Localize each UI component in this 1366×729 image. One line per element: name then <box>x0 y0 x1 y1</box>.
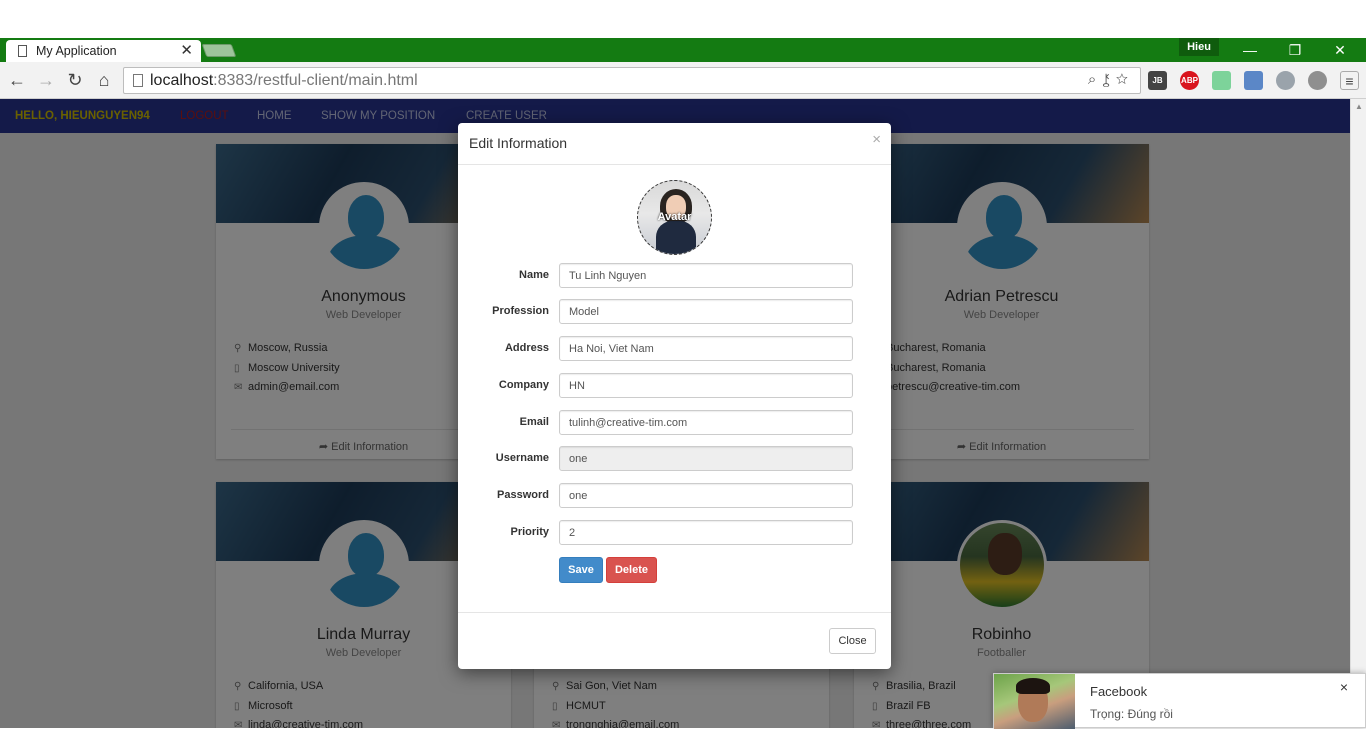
profession-label: Profession <box>492 305 549 317</box>
name-label: Name <box>519 269 549 281</box>
password-input[interactable] <box>559 483 853 508</box>
form-row-address: Address <box>458 336 891 362</box>
avatar-upload[interactable]: Avatar <box>637 180 712 255</box>
divider <box>458 612 891 613</box>
form-row-profession: Profession <box>458 299 891 325</box>
tab-close-icon[interactable]: ✕ <box>180 42 193 60</box>
name-input[interactable] <box>559 263 853 288</box>
head-extension-icon[interactable] <box>1308 71 1327 90</box>
delete-button[interactable]: Delete <box>606 557 657 583</box>
facebook-notification[interactable]: Facebook Trọng: Đúng rồi × <box>993 673 1366 729</box>
company-input[interactable] <box>559 373 853 398</box>
new-tab-button[interactable] <box>201 44 237 57</box>
cube-extension-icon[interactable] <box>1244 71 1263 90</box>
notification-avatar <box>994 674 1075 729</box>
save-button[interactable]: Save <box>559 557 603 583</box>
form-row-username: Username <box>458 446 891 472</box>
home-icon[interactable]: ⌂ <box>93 70 115 92</box>
avatar-label: Avatar <box>657 211 692 223</box>
zoom-key-star-icons[interactable]: ⌕⚷☆ <box>1088 71 1134 88</box>
back-arrow-icon[interactable]: ← <box>6 70 28 92</box>
notification-title: Facebook <box>1090 684 1148 699</box>
profession-input[interactable] <box>559 299 853 324</box>
divider <box>458 164 891 165</box>
edit-information-modal: Edit Information × Avatar Name Professio… <box>458 123 891 669</box>
close-button[interactable]: Close <box>829 628 876 654</box>
email-label: Email <box>519 416 549 428</box>
form-row-priority: Priority <box>458 520 891 546</box>
form-row-name: Name <box>458 263 891 289</box>
minimize-icon[interactable]: — <box>1228 38 1272 62</box>
jb-extension-icon[interactable]: JB <box>1148 71 1167 90</box>
page-icon <box>18 45 27 57</box>
modal-title: Edit Information <box>469 135 568 151</box>
reload-icon[interactable]: ↻ <box>64 70 86 92</box>
form-row-email: Email <box>458 410 891 436</box>
browser-tab-bar: My Application ✕ <box>0 38 1366 62</box>
modal-close-icon[interactable]: × <box>872 131 881 148</box>
audio-extension-icon[interactable] <box>1212 71 1231 90</box>
browser-tab[interactable]: My Application ✕ <box>6 40 201 62</box>
profile-badge[interactable]: Hieu <box>1179 38 1219 56</box>
form-row-password: Password <box>458 483 891 509</box>
scrollbar[interactable]: ▲ <box>1350 99 1366 728</box>
page-info-icon <box>133 74 143 87</box>
username-label: Username <box>495 452 549 464</box>
notification-message: Trọng: Đúng rồi <box>1090 707 1173 721</box>
priority-label: Priority <box>510 526 549 538</box>
desktop-strip <box>0 0 1366 38</box>
tab-title: My Application <box>36 44 117 58</box>
email-input[interactable] <box>559 410 853 435</box>
address-label: Address <box>504 342 549 354</box>
menu-icon[interactable]: ≡ <box>1340 71 1359 90</box>
password-label: Password <box>497 489 549 501</box>
window-close-icon[interactable]: ✕ <box>1318 38 1362 62</box>
restore-icon[interactable]: ❐ <box>1273 38 1317 62</box>
company-label: Company <box>498 379 549 391</box>
username-input[interactable] <box>559 446 853 471</box>
url-text: localhost:8383/restful-client/main.html <box>150 72 418 89</box>
address-input[interactable] <box>559 336 853 361</box>
adblock-icon[interactable]: ABP <box>1180 71 1199 90</box>
form-row-company: Company <box>458 373 891 399</box>
priority-input[interactable] <box>559 520 853 545</box>
scroll-up-icon: ▲ <box>1355 102 1363 111</box>
browser-toolbar: ← → ↻ ⌂ localhost:8383/restful-client/ma… <box>0 62 1366 99</box>
skype-icon[interactable] <box>1276 71 1295 90</box>
notification-close-icon[interactable]: × <box>1340 679 1348 695</box>
forward-arrow-icon[interactable]: → <box>35 70 57 92</box>
address-bar[interactable]: localhost:8383/restful-client/main.html … <box>123 67 1141 94</box>
